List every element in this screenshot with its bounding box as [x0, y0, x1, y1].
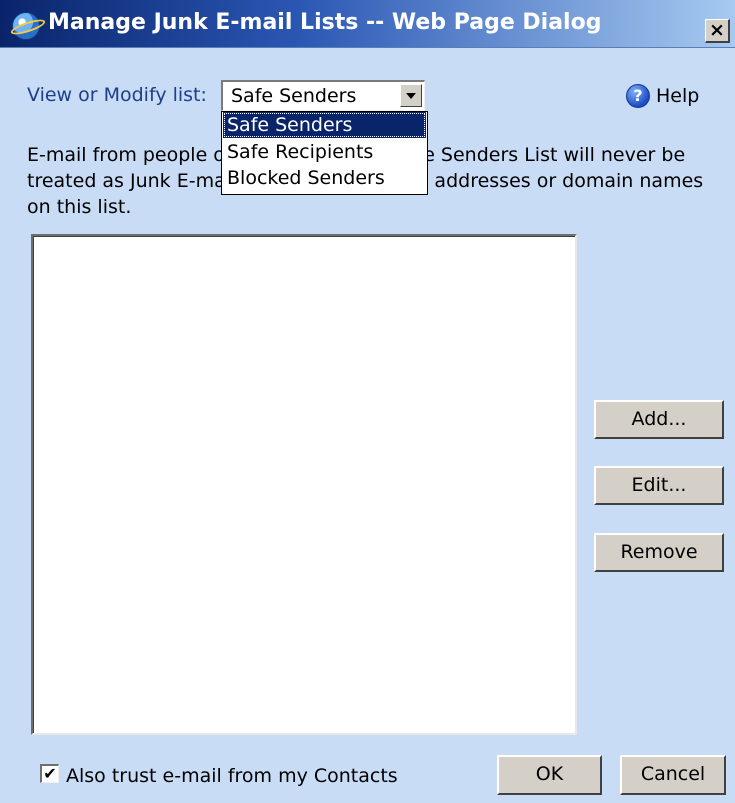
list-type-dropdown: Safe Senders Safe Recipients Blocked Sen…	[221, 111, 428, 195]
cancel-button[interactable]: Cancel	[620, 755, 726, 795]
address-list-box[interactable]	[31, 234, 577, 735]
help-label: Help	[656, 85, 700, 107]
trust-contacts-label[interactable]: Also trust e-mail from my Contacts	[66, 765, 398, 787]
add-button[interactable]: Add...	[594, 400, 724, 439]
chevron-down-icon[interactable]	[400, 84, 422, 107]
internet-explorer-icon	[12, 12, 40, 40]
title-bar: Manage Junk E-mail Lists -- Web Page Dia…	[0, 0, 735, 48]
dropdown-option-safe-senders[interactable]: Safe Senders	[223, 112, 426, 138]
dropdown-option-safe-recipients[interactable]: Safe Recipients	[223, 139, 426, 165]
close-button[interactable]: ×	[705, 19, 730, 43]
edit-button[interactable]: Edit...	[594, 466, 724, 505]
trust-contacts-checkbox[interactable]: ✔	[40, 764, 59, 783]
remove-button[interactable]: Remove	[594, 533, 724, 572]
view-modify-label: View or Modify list:	[27, 84, 207, 106]
dropdown-option-blocked-senders[interactable]: Blocked Senders	[223, 165, 426, 191]
window-title: Manage Junk E-mail Lists -- Web Page Dia…	[48, 10, 602, 35]
list-type-select[interactable]: Safe Senders	[221, 80, 425, 111]
list-type-selected-value: Safe Senders	[231, 85, 357, 107]
help-icon: ?	[626, 84, 650, 108]
ok-button[interactable]: OK	[497, 755, 602, 795]
help-link[interactable]: ? Help	[626, 84, 699, 108]
